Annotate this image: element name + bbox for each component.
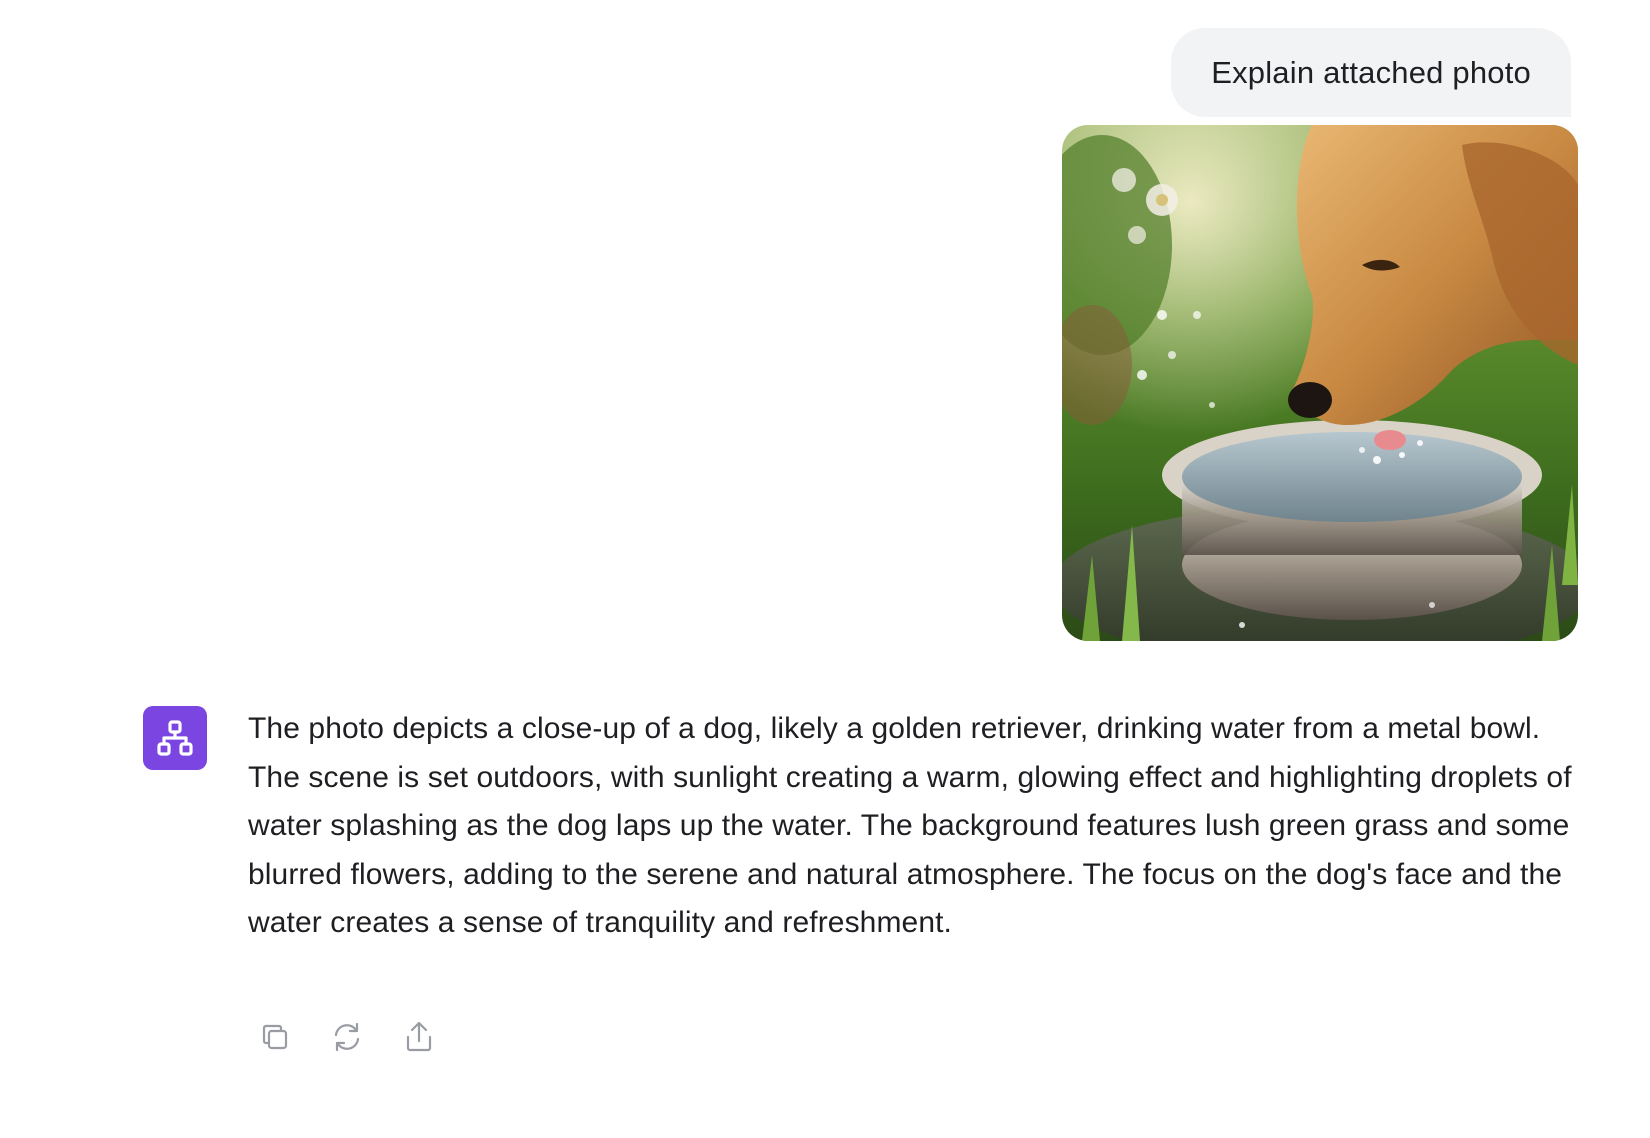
copy-button[interactable] — [258, 1020, 292, 1054]
chat-thread: Explain attached photo The photo depicts… — [0, 0, 1650, 1138]
share-button[interactable] — [402, 1020, 436, 1054]
regenerate-icon — [334, 1022, 360, 1052]
assistant-message-text: The photo depicts a close-up of a dog, l… — [248, 712, 1572, 939]
copy-icon — [262, 1024, 288, 1050]
share-icon — [406, 1021, 432, 1052]
hierarchy-icon — [157, 720, 193, 756]
user-message-bubble: Explain attached photo — [1171, 28, 1571, 117]
user-message-text: Explain attached photo — [1211, 54, 1531, 90]
message-actions — [258, 1020, 436, 1054]
regenerate-button[interactable] — [330, 1020, 364, 1054]
assistant-avatar — [143, 706, 207, 770]
attached-photo[interactable] — [1062, 125, 1578, 641]
